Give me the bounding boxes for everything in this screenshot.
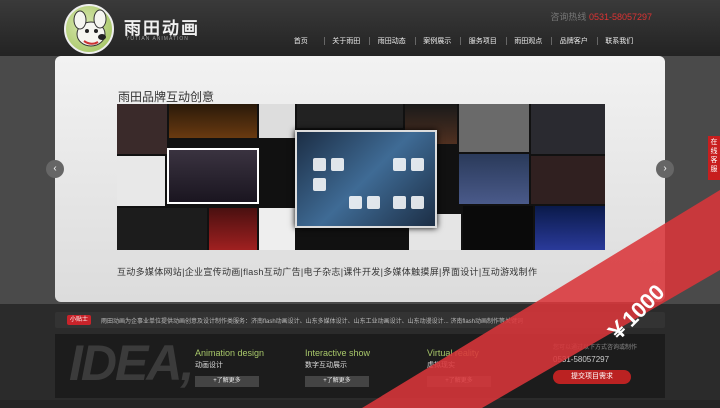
portfolio-thumb: [259, 104, 295, 138]
service-list: 互动多媒体网站|企业宣传动画|flash互动广告|电子杂志|课件开发|多媒体触摸…: [117, 267, 538, 277]
tips-ticker: 小贴士 雨田动画为企事业单位提供动画创意及设计制作类服务：济南flash动画设计…: [55, 312, 665, 328]
main-nav: 首页 关于雨田 雨田动态 案例展示 服务项目 雨田观点 品牌客户 联系我们: [278, 36, 642, 46]
banner-title: 雨田品牌互动创意: [118, 90, 215, 104]
learn-more-button[interactable]: +了解更多: [195, 376, 259, 387]
service-interactive: Interactive show 数字互动展示 +了解更多: [305, 348, 370, 387]
online-service-tab[interactable]: 在线客服: [708, 136, 720, 180]
services-section: IDEA, Animation design 动画设计 +了解更多 Intera…: [55, 334, 665, 398]
nav-item-clients[interactable]: 品牌客户: [551, 36, 597, 46]
portfolio-thumb: [169, 104, 257, 138]
nav-item-contact[interactable]: 联系我们: [596, 36, 643, 46]
tips-tag: 小贴士: [67, 315, 92, 325]
portfolio-thumb: [463, 206, 533, 250]
hotline-label: 咨询热线: [550, 12, 587, 22]
service-title-cn: 动画设计: [195, 362, 223, 369]
service-title-en: Interactive show: [305, 348, 371, 358]
portfolio-thumb: [117, 104, 167, 154]
portfolio-thumb: [297, 104, 403, 128]
tips-message[interactable]: 雨田动画为企事业单位提供动画创意及设计制作类服务：济南flash动画设计、山东多…: [101, 316, 523, 325]
idea-watermark: IDEA,: [69, 335, 194, 391]
nav-item-news[interactable]: 雨田动态: [369, 36, 415, 46]
hotline: 咨询热线 0531-58057297: [550, 10, 652, 23]
portfolio-thumb: [531, 104, 605, 154]
service-title-en: Animation design: [195, 348, 265, 358]
submit-request-button[interactable]: 提交项目需求: [553, 370, 631, 384]
portfolio-thumb: [167, 148, 259, 204]
portfolio-thumb: [459, 104, 529, 152]
learn-more-button[interactable]: +了解更多: [305, 376, 369, 387]
logo-subtitle: YUTIAN ANIMATION: [126, 36, 189, 42]
portfolio-thumb: [531, 156, 605, 204]
contact-phone: 0531-58057297: [553, 355, 610, 364]
nav-item-home[interactable]: 首页: [278, 36, 324, 46]
featured-portfolio-image: [295, 130, 437, 228]
service-title-cn: 数字互动展示: [305, 362, 347, 369]
hotline-number: 0531-58057297: [588, 12, 652, 22]
nav-item-about[interactable]: 关于雨田: [323, 36, 370, 46]
portfolio-thumb: [209, 208, 257, 250]
nav-item-cases[interactable]: 案例展示: [414, 36, 461, 46]
prev-slide-button[interactable]: ‹: [46, 160, 64, 178]
portfolio-thumb: [117, 208, 207, 250]
service-title-cn: 虚拟现实: [427, 362, 455, 369]
portfolio-collage-image[interactable]: [117, 104, 605, 250]
site-header: 雨田动画 YUTIAN ANIMATION 咨询热线 0531-58057297…: [0, 0, 720, 56]
portfolio-thumb: [259, 208, 295, 250]
learn-more-button[interactable]: +了解更多: [427, 376, 491, 387]
next-slide-button[interactable]: ›: [656, 160, 674, 178]
portfolio-thumb: [535, 206, 605, 250]
contact-box: 您可以通过以下方式咨询或制作 0531-58057297 提交项目需求: [553, 342, 637, 384]
nav-item-services[interactable]: 服务项目: [460, 36, 506, 46]
portfolio-thumb: [117, 156, 165, 206]
service-vr: Virtual reality 虚拟现实 +了解更多: [427, 348, 491, 387]
portfolio-thumb: [459, 154, 529, 204]
service-animation: Animation design 动画设计 +了解更多: [195, 348, 264, 387]
service-title-en: Virtual reality: [427, 348, 479, 358]
logo-mascot-icon[interactable]: [64, 4, 114, 54]
nav-item-views[interactable]: 雨田观点: [505, 36, 552, 46]
banner-slide: 雨田品牌互动创意 互动多媒体网站|企业宣传动画|flash互动广告|电子杂志|课…: [55, 56, 665, 302]
banner-stage: 雨田品牌互动创意 互动多媒体网站|企业宣传动画|flash互动广告|电子杂志|课…: [0, 56, 720, 304]
footer-strip: [0, 400, 720, 408]
